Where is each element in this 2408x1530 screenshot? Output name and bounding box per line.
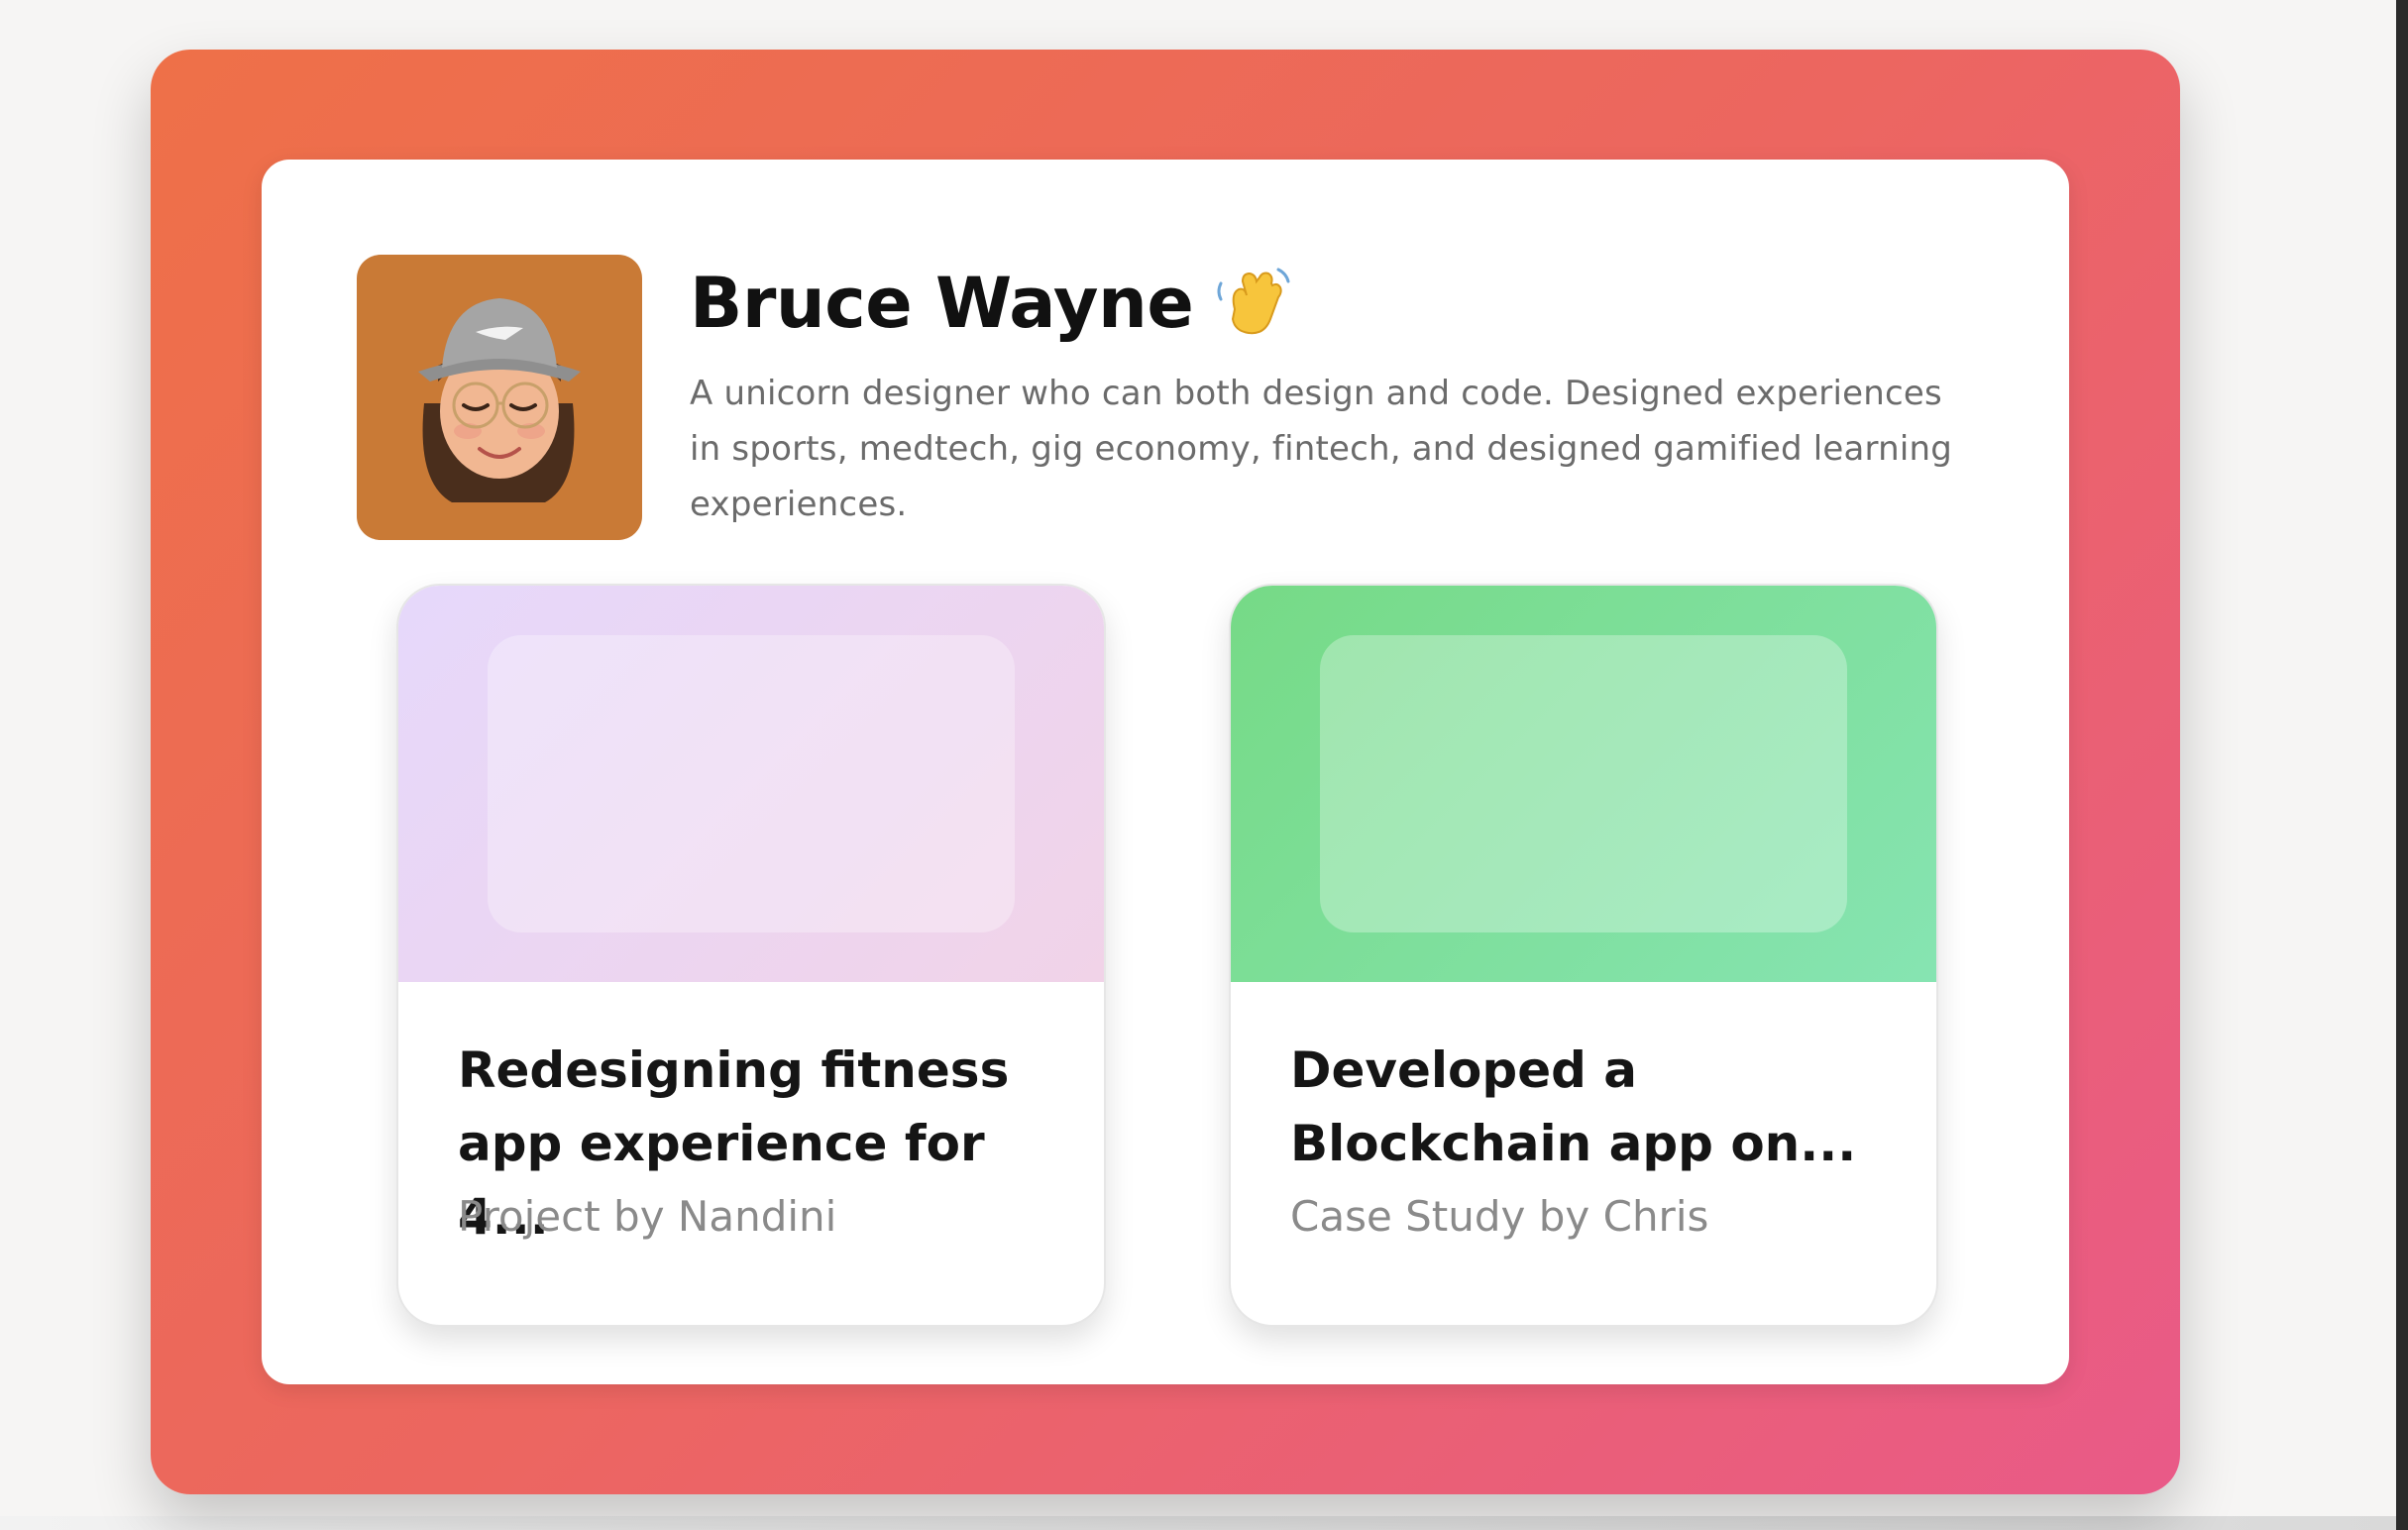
profile-name: Bruce Wayne xyxy=(690,263,1194,344)
waving-hand-icon xyxy=(1213,264,1292,343)
cover-placeholder xyxy=(488,635,1015,932)
project-card[interactable]: Redesigning fitness app experience for 4… xyxy=(396,584,1106,1327)
cover-placeholder xyxy=(1320,635,1847,932)
profile-card: Bruce Wayne A unicorn designer who can b… xyxy=(262,160,2069,1384)
window-edge xyxy=(2396,0,2408,1530)
project-title: Developed a Blockchain app on... xyxy=(1290,1041,1857,1172)
project-card[interactable]: Developed a Blockchain app on... Case St… xyxy=(1229,584,1938,1327)
profile-bio: A unicorn designer who can both design a… xyxy=(690,374,1953,524)
name-row: Bruce Wayne xyxy=(690,249,1292,358)
project-author: Case Study by Chris xyxy=(1290,1192,1709,1241)
profile-frame: Bruce Wayne A unicorn designer who can b… xyxy=(151,50,2180,1494)
avatar[interactable] xyxy=(357,255,642,540)
bottom-shadow xyxy=(0,1516,2396,1530)
project-cover-image xyxy=(398,586,1104,982)
project-cover-image xyxy=(1231,586,1936,982)
project-author: Project by Nandini xyxy=(458,1192,837,1241)
memoji-avatar-icon xyxy=(418,298,581,502)
